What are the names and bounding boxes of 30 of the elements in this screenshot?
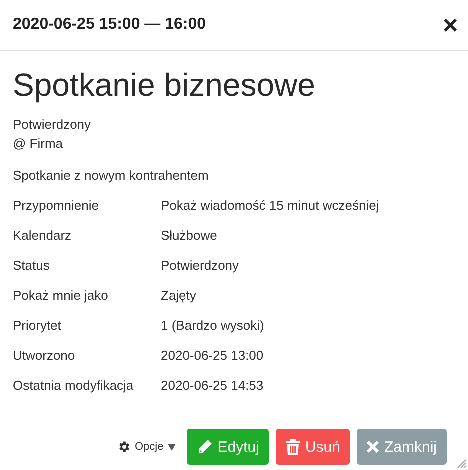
event-location: @ Firma bbox=[13, 135, 64, 153]
detail-value: 1 (Bardzo wysoki) bbox=[161, 317, 266, 334]
pencil-icon bbox=[196, 439, 213, 455]
close-button[interactable]: Zamknij bbox=[357, 429, 447, 465]
detail-value: Potwierdzony bbox=[161, 257, 240, 274]
detail-label: Ostatnia modyfikacja bbox=[13, 377, 135, 394]
detail-label: Status bbox=[13, 257, 51, 274]
detail-label: Priorytet bbox=[13, 317, 62, 334]
event-title: Spotkanie biznesowe bbox=[13, 66, 316, 105]
gear-icon bbox=[117, 440, 131, 454]
delete-button[interactable]: Usuń bbox=[276, 429, 350, 465]
detail-label: Kalendarz bbox=[13, 227, 73, 244]
caret-icon bbox=[168, 443, 176, 451]
detail-value: Służbowe bbox=[161, 227, 218, 244]
x-icon bbox=[367, 441, 380, 453]
detail-value: Zajęty bbox=[161, 287, 198, 304]
edit-button[interactable]: Edytuj bbox=[186, 429, 270, 465]
detail-value: 2020-06-25 13:00 bbox=[161, 347, 265, 364]
dialog-title: 2020-06-25 15:00 — 16:00 bbox=[13, 16, 206, 34]
close-button[interactable]: × bbox=[442, 12, 458, 38]
resize-grip-icon bbox=[457, 459, 467, 469]
trash-icon bbox=[286, 439, 300, 455]
event-status: Potwierdzony bbox=[13, 116, 92, 134]
detail-value: 2020-06-25 14:53 bbox=[161, 377, 265, 394]
event-description: Spotkanie z nowym kontrahentem bbox=[13, 168, 210, 183]
options-button[interactable]: Opcje bbox=[117, 440, 180, 454]
detail-label: Przypomnienie bbox=[13, 197, 100, 214]
detail-value: Pokaż wiadomość 15 minut wcześniej bbox=[161, 197, 380, 214]
detail-label: Utworzono bbox=[13, 347, 76, 364]
detail-label: Pokaż mnie jako bbox=[13, 287, 110, 304]
